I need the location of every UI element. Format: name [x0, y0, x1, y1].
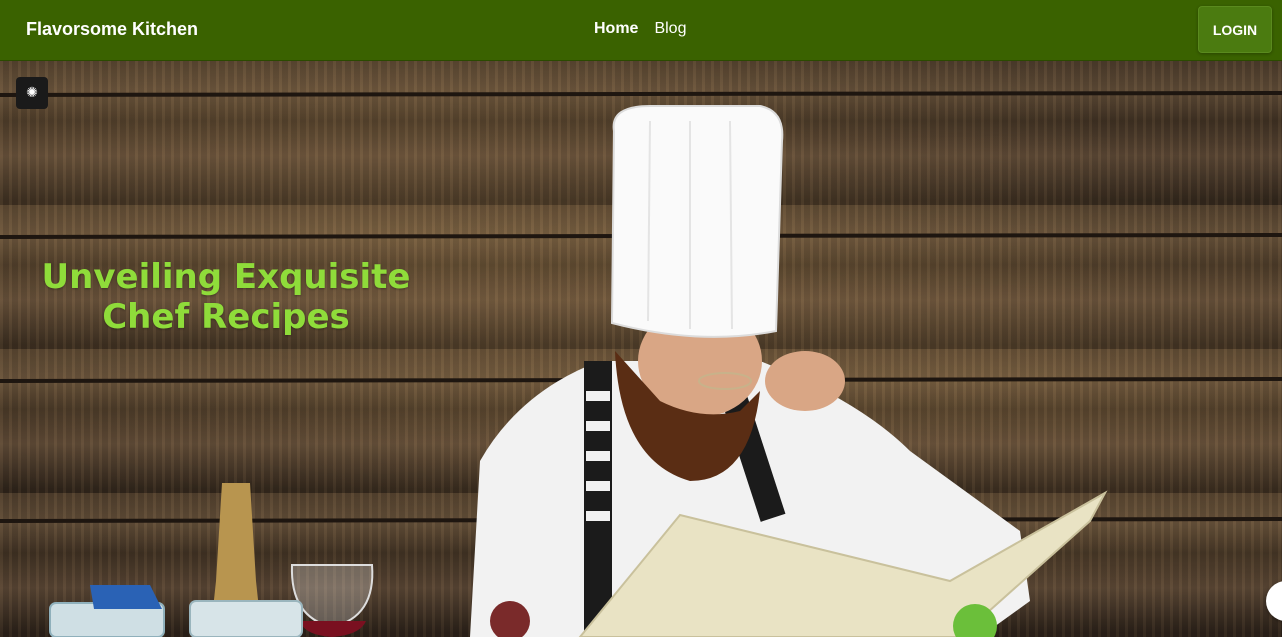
nav-link-blog[interactable]: Blog	[654, 20, 686, 38]
hero-banner: ✺ Unveiling Exquisite Chef Recipes	[0, 61, 1282, 637]
login-button[interactable]: LOGIN	[1198, 6, 1272, 53]
chef-hat	[610, 105, 784, 338]
chef-hand	[765, 351, 845, 411]
hero-title: Unveiling Exquisite Chef Recipes	[40, 257, 412, 337]
glass-jar-2	[189, 600, 303, 637]
hero-title-line2: Chef Recipes	[102, 297, 350, 337]
hero-title-line1: Unveiling Exquisite	[41, 257, 411, 297]
hero-chef-image	[0, 91, 1282, 637]
nav-link-home[interactable]: Home	[594, 20, 638, 38]
apron-strap-left	[584, 361, 612, 637]
wine-glass	[290, 564, 374, 629]
site-brand[interactable]: Flavorsome Kitchen	[26, 19, 198, 40]
navbar: Flavorsome Kitchen Home Blog LOGIN	[0, 0, 1282, 61]
brain-icon[interactable]: ✺	[16, 77, 48, 109]
nav-links: Home Blog	[594, 20, 686, 38]
